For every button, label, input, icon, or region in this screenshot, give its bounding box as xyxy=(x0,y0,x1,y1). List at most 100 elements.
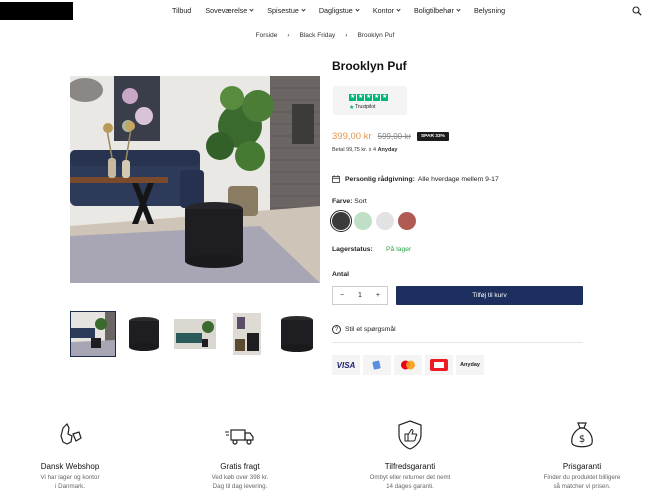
nav-label: Dagligstue xyxy=(318,6,353,15)
stock-label-text: Lagerstatus: xyxy=(332,246,373,253)
trustpilot-label: Trustpilot xyxy=(355,104,376,110)
thumbnail-strip xyxy=(70,311,320,357)
ask-question-link[interactable]: ? Stil et spørgsmål xyxy=(332,325,396,334)
swatch-red[interactable] xyxy=(398,212,416,230)
color-label: Farve: Sort xyxy=(332,198,367,205)
star-icon xyxy=(349,93,356,101)
original-price: 599,00 kr xyxy=(377,132,411,141)
swatch-green[interactable] xyxy=(354,212,372,230)
nav-item-kontor[interactable]: Kontor xyxy=(372,6,401,15)
payment-methods: VISA Anyday xyxy=(332,355,484,375)
nav-item-sovevaerelse[interactable]: Soveværelse xyxy=(205,6,254,15)
ask-question-label: Stil et spørgsmål xyxy=(345,326,396,333)
quantity-minus-button[interactable]: − xyxy=(340,292,344,299)
anyday-pay-text: Anyday xyxy=(460,362,480,368)
mastercard-icon xyxy=(394,355,422,375)
quantity-value[interactable]: 1 xyxy=(358,292,362,299)
star-icon xyxy=(357,93,364,101)
advice-title: Personlig rådgivning: xyxy=(345,175,415,183)
anyday-installment: Betal 99,75 kr. x 4 Anyday xyxy=(332,147,397,153)
stock-label: Lagerstatus: xyxy=(332,246,373,253)
color-label-title: Farve: xyxy=(332,198,353,205)
search-icon[interactable] xyxy=(632,6,642,16)
feature-desc: Finder du produktet billigere så matcher… xyxy=(512,474,650,492)
delivery-truck-icon xyxy=(225,429,254,445)
divider xyxy=(332,342,583,343)
nav-item-belysning[interactable]: Belysning xyxy=(474,6,505,15)
anyday-icon: Anyday xyxy=(456,355,484,375)
anyday-brand: Anyday xyxy=(377,147,398,153)
breadcrumb: Forside › Black Friday › Brooklyn Puf xyxy=(0,32,650,39)
feature-desc-line: Finder du produktet billigere xyxy=(543,474,621,481)
discount-badge: SPAR 33% xyxy=(416,132,449,141)
swatch-grey[interactable] xyxy=(376,212,394,230)
thumbnail-living-room-photo xyxy=(71,312,115,356)
color-swatches xyxy=(330,210,416,232)
feature-desc-line: Ved køb over 398 kr. xyxy=(211,474,269,481)
chevron-down-icon xyxy=(396,7,401,12)
denmark-map-icon xyxy=(60,422,82,445)
star-icon xyxy=(373,93,380,101)
breadcrumb-home[interactable]: Forside xyxy=(256,32,278,39)
thumbnail-5[interactable] xyxy=(274,311,320,357)
thumbnail-3[interactable] xyxy=(172,311,218,357)
feature-desc-line: så matcher vi prisen. xyxy=(553,482,611,490)
site-header: Tilbud Soveværelse Spisestue Dagligstue … xyxy=(0,0,650,22)
visa-icon: VISA xyxy=(332,355,360,375)
living-room-photo xyxy=(70,76,320,283)
feature-desc-line: Vi har lager og kontor xyxy=(40,474,100,481)
dankort-glyph xyxy=(430,359,448,371)
feature-prisgaranti: $ Prisgaranti Finder du produktet billig… xyxy=(512,418,650,492)
thumbnail-4[interactable] xyxy=(223,311,269,357)
breadcrumb-category[interactable]: Black Friday xyxy=(300,32,336,39)
feature-desc-line: Dag til dag levering. xyxy=(212,482,268,490)
feature-tilfredsgaranti: Tilfredsgaranti Ombyt eller returner det… xyxy=(340,418,480,492)
breadcrumb-separator: › xyxy=(345,32,348,39)
product-main-image[interactable] xyxy=(70,76,320,283)
color-value: Sort xyxy=(354,198,367,205)
chevron-down-icon xyxy=(456,7,461,12)
nav-label: Tilbud xyxy=(172,6,192,15)
add-to-cart-button[interactable]: Tilføj til kurv xyxy=(396,286,583,305)
price-row: 399,00 kr 599,00 kr SPAR 33% xyxy=(332,131,449,142)
calendar-icon xyxy=(332,175,340,183)
feature-desc-line: Ombyt eller returner det nemt xyxy=(369,474,451,481)
apple-pay-glyph xyxy=(372,360,381,370)
thumbs-up-shield-icon xyxy=(398,420,422,450)
trustpilot-stars xyxy=(349,93,388,101)
nav-item-boligtilbehor[interactable]: Boligtilbehør xyxy=(414,6,461,15)
product-title: Brooklyn Puf xyxy=(332,59,407,73)
visa-text: VISA xyxy=(336,360,356,370)
swatch-sort[interactable] xyxy=(330,210,352,232)
money-bag-icon: $ xyxy=(571,422,593,448)
nav-label: Spisestue xyxy=(267,6,299,15)
nav-item-dagligstue[interactable]: Dagligstue xyxy=(318,6,360,15)
feature-title: Prisgaranti xyxy=(562,462,602,471)
chevron-down-icon xyxy=(355,7,360,12)
trustpilot-badge[interactable]: ★ Trustpilot xyxy=(333,86,407,115)
thumbnail-pouf-photo xyxy=(274,311,320,357)
breadcrumb-separator: › xyxy=(287,32,290,39)
feature-desc: Vi har lager og kontor i Danmark. xyxy=(0,474,140,492)
nav-item-spisestue[interactable]: Spisestue xyxy=(267,6,306,15)
site-logo[interactable] xyxy=(0,2,73,20)
feature-title: Gratis fragt xyxy=(220,462,260,471)
star-icon xyxy=(365,93,372,101)
feature-dansk-webshop: Dansk Webshop Vi har lager og kontor i D… xyxy=(0,418,140,492)
trustpilot-star-icon: ★ xyxy=(349,105,355,111)
quantity-stepper: − 1 + xyxy=(332,286,388,305)
thumbnail-2[interactable] xyxy=(121,311,167,357)
feature-desc-line: 14 dages garanti. xyxy=(386,482,434,490)
nav-item-tilbud[interactable]: Tilbud xyxy=(172,6,191,15)
nav-label: Boligtilbehør xyxy=(414,6,454,15)
feature-title: Tilfredsgaranti xyxy=(384,462,436,471)
current-price: 399,00 kr xyxy=(332,131,372,142)
nav-label: Kontor xyxy=(372,6,394,15)
feature-strip: Dansk Webshop Vi har lager og kontor i D… xyxy=(0,418,650,500)
thumbnail-1[interactable] xyxy=(70,311,116,357)
thumbnail-pouf-photo xyxy=(121,311,167,357)
feature-title: Dansk Webshop xyxy=(40,462,100,471)
nav-label: Belysning xyxy=(473,6,506,15)
quantity-plus-button[interactable]: + xyxy=(376,292,380,299)
breadcrumb-current: Brooklyn Puf xyxy=(357,32,395,39)
